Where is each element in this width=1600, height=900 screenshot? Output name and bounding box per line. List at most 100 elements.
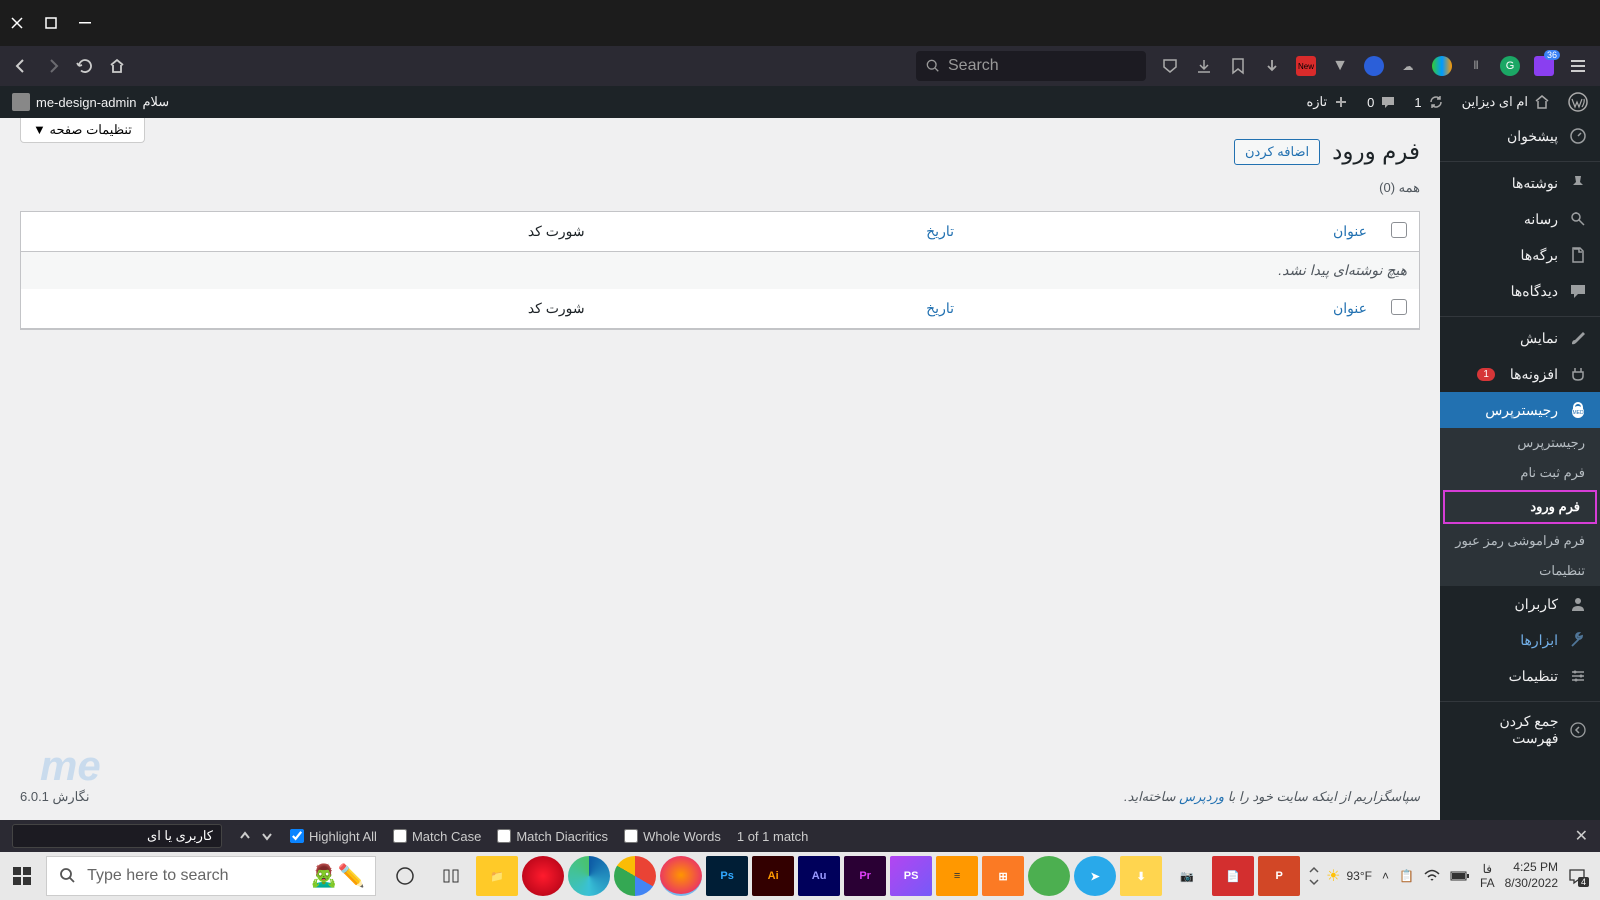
menu-posts[interactable]: نوشته‌ها — [1440, 165, 1600, 201]
menu-tools[interactable]: ابزارها — [1440, 622, 1600, 658]
app-sublime-icon[interactable]: ≡ — [936, 856, 978, 896]
app-edge-icon[interactable] — [568, 856, 610, 896]
menu-users[interactable]: کاربران — [1440, 586, 1600, 622]
submenu-settings[interactable]: تنظیمات — [1440, 556, 1600, 586]
maximize-button[interactable] — [44, 16, 58, 30]
find-next-button[interactable] — [260, 829, 274, 843]
app-camera-icon[interactable]: 📷 — [1166, 856, 1208, 896]
updates-link[interactable]: 1 — [1414, 94, 1443, 110]
wp-logo[interactable] — [1568, 92, 1588, 112]
tray-expand-icon[interactable]: ˄ — [1382, 869, 1389, 883]
menu-registerpress[interactable]: MED رجیسترپرس — [1440, 392, 1600, 428]
close-button[interactable] — [10, 16, 24, 30]
submenu-forgot-form[interactable]: فرم فراموشی رمز عبور — [1440, 526, 1600, 556]
find-close-button[interactable]: ✕ — [1575, 826, 1588, 846]
tray-clipboard-icon[interactable]: 📋 — [1399, 869, 1414, 883]
new-content-link[interactable]: تازه — [1306, 94, 1349, 110]
menu-comments[interactable]: دیدگاه‌ها — [1440, 273, 1600, 309]
find-input[interactable] — [12, 824, 222, 848]
submenu-signup-form[interactable]: فرم ثبت نام — [1440, 458, 1600, 488]
menu-dashboard[interactable]: پیشخوان — [1440, 118, 1600, 154]
col-title-header[interactable]: عنوان — [966, 212, 1379, 252]
highlight-all-checkbox[interactable]: Highlight All — [290, 829, 377, 844]
menu-label: نوشته‌ها — [1512, 175, 1558, 192]
wordpress-link[interactable]: وردپرس — [1179, 789, 1224, 804]
reload-button[interactable] — [76, 57, 94, 75]
extension-circle-1-icon[interactable] — [1364, 56, 1384, 76]
screen-options-toggle[interactable]: تنظیمات صفحه ▼ — [20, 118, 145, 143]
menu-appearance[interactable]: نمایش — [1440, 320, 1600, 356]
media-icon — [1568, 209, 1588, 229]
tray-battery-icon[interactable] — [1450, 870, 1470, 882]
home-button[interactable] — [108, 57, 126, 75]
tray-wifi-icon[interactable] — [1424, 869, 1440, 883]
select-all-footer[interactable] — [1379, 289, 1419, 329]
menu-hamburger-icon[interactable] — [1568, 56, 1588, 76]
menu-settings[interactable]: تنظیمات — [1440, 658, 1600, 694]
task-view-button[interactable] — [384, 856, 426, 896]
bookmark-icon[interactable] — [1228, 56, 1248, 76]
menu-label: رجیسترپرس — [1485, 402, 1558, 419]
search-placeholder: Search — [948, 57, 999, 75]
app-premiere-icon[interactable]: Pr — [844, 856, 886, 896]
site-name-link[interactable]: ام ای دیزاین — [1462, 94, 1550, 110]
start-button[interactable] — [0, 852, 44, 900]
submenu-login-form[interactable]: فرم ورود — [1443, 490, 1597, 524]
app-green-icon[interactable] — [1028, 856, 1070, 896]
watermark-logo: me — [40, 742, 101, 790]
windows-taskbar: Type here to search 🧟‍♂️✏️ 📁 Ps Ai Au Pr… — [0, 852, 1600, 900]
extension-leaf-icon[interactable] — [1432, 56, 1452, 76]
task-timeline-button[interactable] — [430, 856, 472, 896]
menu-plugins[interactable]: افزونه‌ها 1 — [1440, 356, 1600, 392]
col-date-footer[interactable]: تاریخ — [597, 289, 966, 329]
comments-link[interactable]: 0 — [1367, 94, 1396, 110]
app-xampp-icon[interactable]: ⊞ — [982, 856, 1024, 896]
app-chrome-icon[interactable] — [614, 856, 656, 896]
extension-bars-icon[interactable]: ⦀ — [1466, 56, 1486, 76]
forward-button[interactable] — [44, 57, 62, 75]
tray-clock[interactable]: 4:25 PM8/30/2022 — [1505, 860, 1558, 891]
weather-widget[interactable]: ☀ 93°F — [1326, 866, 1372, 886]
extension-purple-icon[interactable]: 36 — [1534, 56, 1554, 76]
menu-collapse[interactable]: جمع کردن فهرست — [1440, 705, 1600, 755]
app-phpstorm-icon[interactable]: PS — [890, 856, 932, 896]
app-powerpoint-icon[interactable]: P — [1258, 856, 1300, 896]
app-dl-icon[interactable]: ⬇ — [1120, 856, 1162, 896]
app-explorer-icon[interactable]: 📁 — [476, 856, 518, 896]
whole-words-checkbox[interactable]: Whole Words — [624, 829, 721, 844]
menu-pages[interactable]: برگه‌ها — [1440, 237, 1600, 273]
app-photoshop-icon[interactable]: Ps — [706, 856, 748, 896]
extension-v-icon[interactable]: ▼ — [1330, 56, 1350, 76]
extension-cloud-icon[interactable]: ☁ — [1398, 56, 1418, 76]
diacritics-checkbox[interactable]: Match Diacritics — [497, 829, 608, 844]
download-arrow-icon[interactable] — [1262, 56, 1282, 76]
app-pdf-icon[interactable]: 📄 — [1212, 856, 1254, 896]
col-shortcode-footer: شورت کد — [21, 289, 597, 329]
col-title-footer[interactable]: عنوان — [966, 289, 1379, 329]
submenu-registerpress-main[interactable]: رجیسترپرس — [1440, 428, 1600, 458]
minimize-button[interactable] — [78, 16, 92, 30]
select-all-header[interactable] — [1379, 212, 1419, 252]
user-menu[interactable]: سلام me-design-admin — [12, 93, 169, 111]
app-opera-icon[interactable] — [522, 856, 564, 896]
taskbar-search[interactable]: Type here to search 🧟‍♂️✏️ — [46, 856, 376, 896]
tray-language[interactable]: فاFA — [1480, 862, 1495, 891]
back-button[interactable] — [12, 57, 30, 75]
taskbar-overflow-icon[interactable] — [1304, 856, 1324, 896]
menu-media[interactable]: رسانه — [1440, 201, 1600, 237]
col-date-header[interactable]: تاریخ — [597, 212, 966, 252]
save-pocket-icon[interactable] — [1160, 56, 1180, 76]
extension-g-icon[interactable]: G — [1500, 56, 1520, 76]
app-firefox-icon[interactable] — [660, 856, 702, 896]
app-audition-icon[interactable]: Au — [798, 856, 840, 896]
downloads-icon[interactable] — [1194, 56, 1214, 76]
app-illustrator-icon[interactable]: Ai — [752, 856, 794, 896]
browser-search[interactable]: Search — [916, 51, 1146, 81]
extension-new-icon[interactable]: New — [1296, 56, 1316, 76]
tray-notifications-icon[interactable]: 4 — [1568, 867, 1586, 885]
add-new-button[interactable]: اضافه کردن — [1234, 139, 1320, 165]
match-case-checkbox[interactable]: Match Case — [393, 829, 481, 844]
app-telegram-icon[interactable]: ➤ — [1074, 856, 1116, 896]
find-prev-button[interactable] — [238, 829, 252, 843]
filter-all[interactable]: همه (0) — [20, 180, 1420, 196]
